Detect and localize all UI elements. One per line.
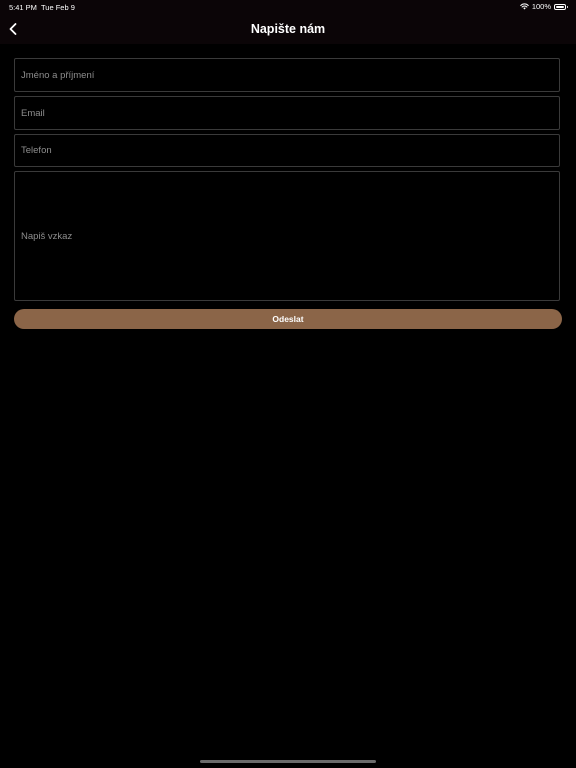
phone-input[interactable] <box>15 135 559 166</box>
message-placeholder: Napiš vzkaz <box>21 231 73 242</box>
battery-icon <box>554 3 568 10</box>
email-field-container <box>14 96 560 130</box>
submit-button[interactable]: Odeslat <box>14 309 562 329</box>
navigation-bar: Napište nám <box>0 14 576 44</box>
message-field[interactable]: Napiš vzkaz <box>14 171 560 301</box>
wifi-icon <box>520 3 529 10</box>
phone-field-container <box>14 134 560 167</box>
status-time: 5:41 PM <box>9 3 37 12</box>
battery-percent: 100% <box>531 2 551 11</box>
status-bar: 5:41 PM Tue Feb 9 100% <box>0 0 576 14</box>
name-input[interactable] <box>15 59 559 91</box>
status-date: Tue Feb 9 <box>41 3 75 12</box>
status-indicators: 100% <box>520 2 568 11</box>
page-title: Napište nám <box>250 22 326 36</box>
home-indicator <box>200 760 376 763</box>
name-field-container <box>14 58 560 92</box>
email-input[interactable] <box>15 97 559 129</box>
